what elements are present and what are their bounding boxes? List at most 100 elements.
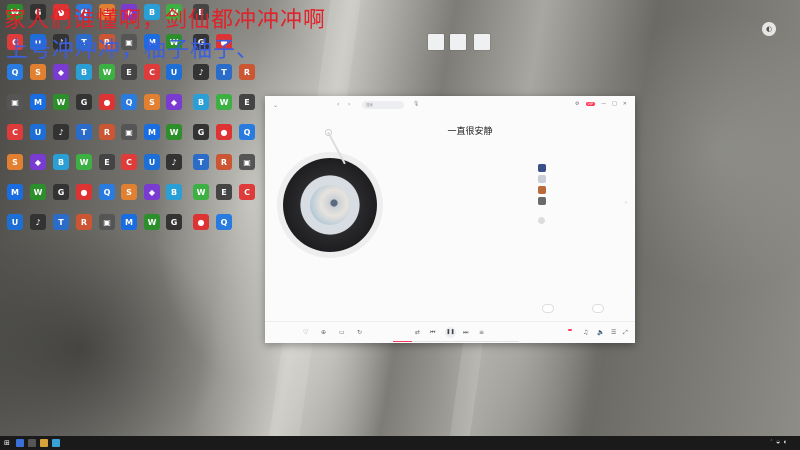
desktop-app-icon[interactable]: W [213,94,235,110]
desktop-app-icon[interactable]: ● [73,184,95,200]
settings-icon[interactable]: ⚙ [575,101,579,107]
desktop-app-icon[interactable]: ◆ [141,184,163,200]
notification-icon[interactable]: ◐ [762,22,776,36]
side-list-item[interactable] [538,164,630,172]
desktop-app-icon[interactable]: S [118,184,140,200]
playlist-icon[interactable]: ☰ [611,329,616,336]
close-button[interactable]: ✕ [623,101,627,107]
side-list-item[interactable] [538,186,630,194]
search-input[interactable]: 搜索 [362,101,404,109]
desktop-app-icon[interactable]: ● [96,94,118,110]
start-button[interactable]: ⊞ [4,439,10,447]
desktop-app-icon[interactable]: G [50,184,72,200]
desktop-app-icon[interactable]: Q [96,184,118,200]
desktop-app-icon[interactable]: ♪ [50,124,72,140]
share-icon[interactable]: ↻ [357,329,362,336]
desktop-app-icon[interactable]: E [236,94,258,110]
play-pause-button[interactable]: ❚❚ [445,327,456,338]
desktop-app-icon[interactable]: B [190,94,212,110]
desktop-app-icon[interactable]: R [236,64,258,80]
desktop-app-icon[interactable]: ● [190,214,212,230]
side-user[interactable] [538,217,630,224]
desktop-app-icon[interactable]: W [27,184,49,200]
desktop-app-icon[interactable]: Q [236,124,258,140]
desktop-app-icon[interactable]: M [141,124,163,140]
desktop-app-icon[interactable]: C [118,154,140,170]
desktop-app-icon[interactable]: B [50,154,72,170]
quality-badge[interactable] [568,329,572,331]
pill-button-right[interactable] [592,304,604,313]
mini-mode-icon[interactable]: ⤢ [623,329,628,337]
desktop-app-icon[interactable]: R [213,154,235,170]
desktop-app-icon[interactable]: W [141,214,163,230]
desktop-app-icon[interactable]: T [190,154,212,170]
desktop-app-icon[interactable]: ♪ [190,64,212,80]
vip-badge[interactable]: VIP [585,102,596,106]
desktop-file-icon[interactable] [428,34,444,50]
pill-button-left[interactable] [542,304,554,313]
progress-bar[interactable] [393,341,519,342]
desktop-app-icon[interactable]: ♪ [163,154,185,170]
lyrics-toggle-icon[interactable]: ≡ [479,329,484,336]
previous-icon[interactable]: ⏮ [430,329,435,337]
desktop-app-icon[interactable]: W [73,154,95,170]
desktop-app-icon[interactable]: T [73,124,95,140]
desktop-app-icon[interactable]: ◆ [27,154,49,170]
taskbar-app-icon[interactable] [40,439,48,447]
download-icon[interactable]: ⊕ [321,329,326,336]
desktop-app-icon[interactable]: R [96,124,118,140]
desktop-app-icon[interactable]: W [163,124,185,140]
network-icon[interactable]: ◒ [776,439,780,444]
desktop-app-icon[interactable]: S [141,94,163,110]
volume-tray-icon[interactable]: ◖ [784,439,786,444]
shuffle-icon[interactable]: ⇄ [415,329,420,336]
maximize-button[interactable]: □ [612,101,617,107]
desktop-app-icon[interactable]: ▣ [96,214,118,230]
desktop-app-icon[interactable]: E [96,154,118,170]
desktop-app-icon[interactable]: G [73,94,95,110]
desktop-app-icon[interactable]: Q [118,94,140,110]
desktop-app-icon[interactable]: Q [213,214,235,230]
back-button[interactable]: ‹ [337,101,339,108]
desktop-app-icon[interactable]: ◆ [50,64,72,80]
next-icon[interactable]: ⏭ [463,329,468,337]
desktop-app-icon[interactable]: ● [213,124,235,140]
chevron-right-icon[interactable]: › [625,200,627,206]
desktop-app-icon[interactable]: E [213,184,235,200]
minimize-button[interactable]: — [601,101,606,107]
volume-icon[interactable]: 🔈 [597,329,604,336]
desktop-app-icon[interactable]: C [4,124,26,140]
desktop-app-icon[interactable]: U [4,214,26,230]
desktop-app-icon[interactable]: E [118,64,140,80]
desktop-app-icon[interactable]: U [163,64,185,80]
side-list-item[interactable] [538,197,630,205]
desktop-app-icon[interactable]: Q [4,64,26,80]
taskbar-app-icon[interactable] [16,439,24,447]
desktop-app-icon[interactable]: W [190,184,212,200]
desktop-app-icon[interactable]: C [236,184,258,200]
forward-button[interactable]: › [348,101,350,108]
tray-chevron-icon[interactable]: ˄ [770,439,772,444]
desktop-app-icon[interactable]: R [73,214,95,230]
desktop-app-icon[interactable]: C [141,64,163,80]
desktop-app-icon[interactable]: ▣ [118,124,140,140]
microphone-icon[interactable]: 🎙 [413,101,419,107]
heart-icon[interactable]: ♡ [303,329,308,336]
desktop-app-icon[interactable]: B [163,184,185,200]
desktop-app-icon[interactable]: G [163,214,185,230]
desktop-app-icon[interactable]: G [190,124,212,140]
desktop-app-icon[interactable]: W [50,94,72,110]
desktop-app-icon[interactable]: S [27,64,49,80]
desktop-app-icon[interactable]: T [213,64,235,80]
desktop-file-icon[interactable] [474,34,490,50]
sound-effect-icon[interactable]: ♫ [583,329,588,336]
desktop-app-icon[interactable]: ▣ [4,94,26,110]
desktop-app-icon[interactable]: S [4,154,26,170]
desktop-app-icon[interactable]: ◆ [163,94,185,110]
desktop-app-icon[interactable]: U [141,154,163,170]
desktop-app-icon[interactable]: M [118,214,140,230]
desktop-app-icon[interactable]: U [27,124,49,140]
desktop-app-icon[interactable]: W [96,64,118,80]
side-list-item[interactable] [538,175,630,183]
taskbar-app-icon[interactable] [52,439,60,447]
